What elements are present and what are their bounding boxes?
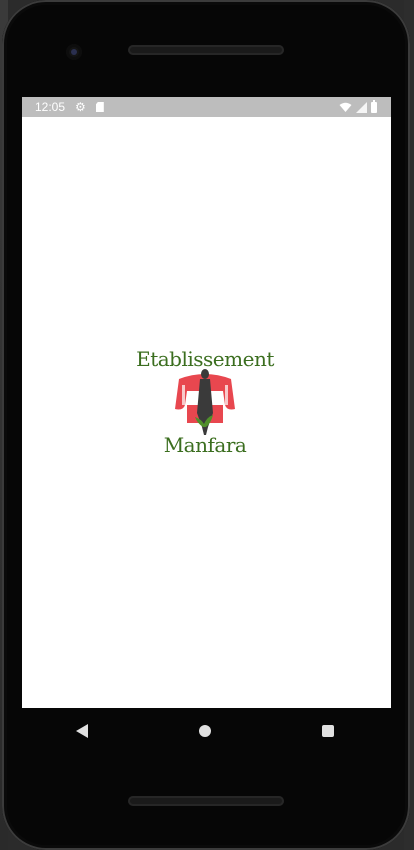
sd-card-icon [95, 102, 104, 112]
back-icon[interactable] [75, 724, 88, 738]
logo-emblem [175, 369, 235, 435]
status-bar: 12:05 ⚙ [22, 97, 391, 117]
system-nav-bar [20, 708, 389, 754]
home-icon[interactable] [198, 725, 211, 737]
sofa-stripe [225, 385, 228, 405]
device-frame: 12:05 ⚙ Etablissement Manfara [2, 0, 410, 850]
signal-icon [356, 101, 367, 113]
app-screen: 12:05 ⚙ Etablissement Manfara [22, 97, 391, 708]
wifi-icon [339, 102, 352, 112]
logo-text-bottom: Manfara [163, 433, 247, 457]
app-logo: Etablissement Manfara [135, 347, 275, 457]
earpiece-speaker [128, 45, 284, 55]
gear-icon: ⚙ [75, 100, 86, 114]
status-time: 12:05 [35, 100, 66, 114]
sofa-stripe [182, 385, 185, 405]
logo-text-top: Etablissement [136, 347, 274, 371]
bottom-speaker [128, 796, 284, 806]
figure-head [201, 369, 209, 379]
front-camera [66, 44, 82, 60]
battery-icon [371, 99, 377, 113]
recents-icon[interactable] [321, 725, 334, 737]
